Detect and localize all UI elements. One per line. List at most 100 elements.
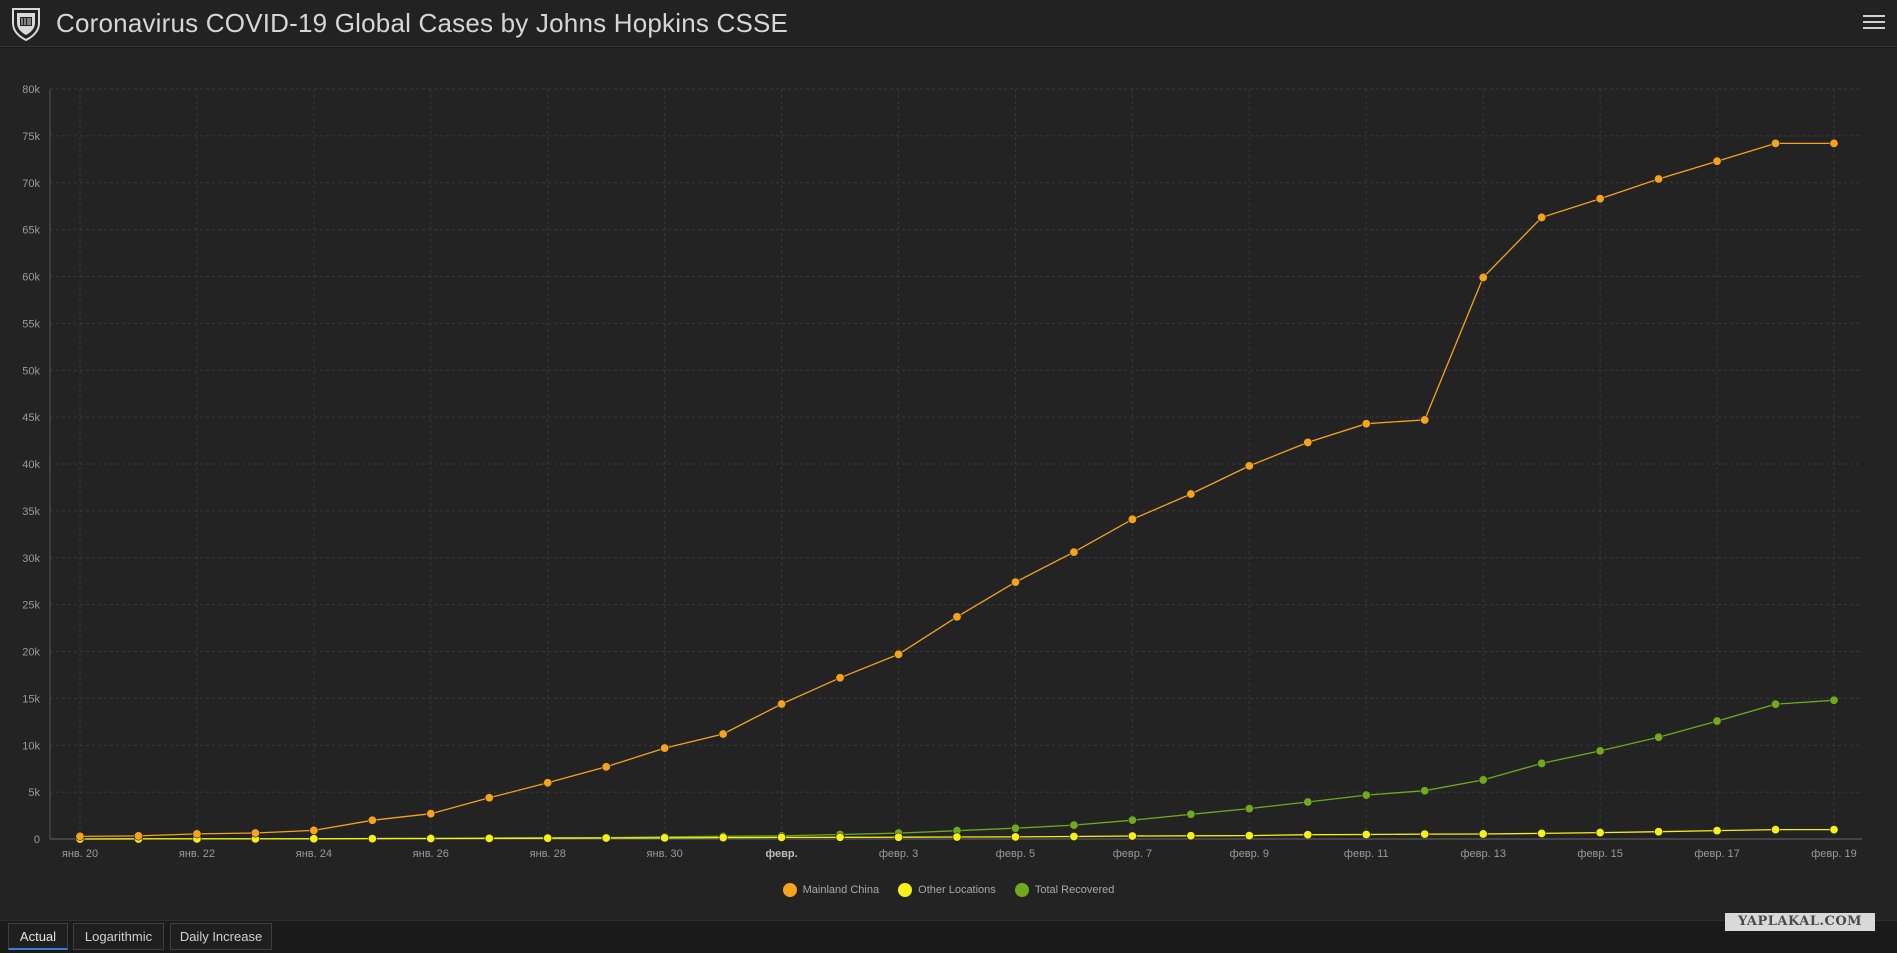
data-point-total-recovered [1771,699,1781,709]
data-point-mainland-china [484,793,494,803]
data-point-other-locations [1478,829,1488,839]
legend-label: Mainland China [802,884,880,896]
legend-item-total-recovered[interactable]: Total Recovered [1014,883,1115,897]
data-point-mainland-china [1537,212,1547,222]
data-point-mainland-china [1069,547,1079,557]
data-point-mainland-china [1595,194,1605,204]
y-tick-label: 70k [22,178,40,190]
data-point-mainland-china [835,673,845,683]
data-point-other-locations [660,833,670,843]
data-point-mainland-china [718,729,728,739]
data-point-total-recovered [1712,716,1722,726]
data-point-mainland-china [1361,419,1371,429]
data-point-other-locations [952,832,962,842]
x-tick-label: февр. 7 [1113,848,1152,860]
data-point-other-locations [1303,830,1313,840]
data-point-mainland-china [426,809,436,819]
y-tick-label: 20k [22,647,40,659]
data-point-total-recovered [1127,815,1137,825]
data-point-other-locations [1186,831,1196,841]
tab-logarithmic[interactable]: Logarithmic [73,923,164,950]
y-tick-label: 80k [22,84,40,96]
data-point-mainland-china [1303,437,1313,447]
data-point-total-recovered [1010,823,1020,833]
header-bar: Coronavirus COVID-19 Global Cases by Joh… [0,0,1897,47]
y-tick-label: 25k [22,600,40,612]
data-point-mainland-china [309,825,319,835]
legend-swatch-other-locations [898,883,913,897]
data-point-other-locations [484,833,494,843]
data-point-total-recovered [1186,809,1196,819]
data-point-total-recovered [1303,797,1313,807]
data-point-total-recovered [1478,775,1488,785]
data-point-mainland-china [1712,156,1722,166]
data-point-total-recovered [1537,758,1547,768]
data-point-other-locations [601,833,611,843]
data-point-mainland-china [894,649,904,659]
chart-mode-tabs: Actual Logarithmic Daily Increase [0,920,1897,953]
data-point-other-locations [835,832,845,842]
x-tick-label: янв. 30 [647,848,683,860]
data-point-mainland-china [660,743,670,753]
x-tick-label: февр. 19 [1811,848,1856,860]
data-point-other-locations [1654,827,1664,837]
legend-item-other-locations[interactable]: Other Locations [898,883,996,897]
data-point-other-locations [309,834,319,844]
x-tick-label: янв. 22 [179,848,215,860]
x-tick-label: февр. 13 [1460,848,1505,860]
x-tick-label: янв. 28 [530,848,566,860]
data-point-other-locations [1069,832,1079,842]
data-point-other-locations [777,832,787,842]
data-point-other-locations [1361,830,1371,840]
data-point-total-recovered [1654,732,1664,742]
data-point-mainland-china [543,778,553,788]
tab-actual[interactable]: Actual [8,923,68,950]
data-point-other-locations [1420,829,1430,839]
data-point-mainland-china [1010,577,1020,587]
legend-swatch-total-recovered [1014,883,1029,897]
y-tick-label: 65k [22,225,40,237]
series-line-mainland-china [79,142,1834,838]
legend-label: Total Recovered [1034,884,1115,896]
data-point-other-locations [543,833,553,843]
y-tick-label: 10k [22,740,40,752]
x-tick-label: февр. 17 [1694,848,1739,860]
y-tick-label: 30k [22,553,40,565]
y-tick-label: 35k [22,506,40,518]
data-point-mainland-china [1478,272,1488,282]
line-chart: 0 5k 10k 15k 20k 25k 30k 35k 40k 45k 50k 55k 60k 65k 7… [22,84,1862,860]
legend-item-mainland-china[interactable]: Mainland China [782,883,880,897]
y-tick-label: 45k [22,412,40,424]
x-tick-label: февр. 11 [1344,848,1389,860]
data-point-mainland-china [601,762,611,772]
y-tick-label: 15k [22,693,40,705]
data-point-other-locations [1712,826,1722,836]
data-point-mainland-china [192,829,202,839]
university-shield-icon [12,8,40,41]
data-point-other-locations [718,833,728,843]
legend-label: Other Locations [918,884,996,896]
x-tick-label: янв. 20 [62,848,98,860]
page-title: Coronavirus COVID-19 Global Cases by Joh… [56,8,789,38]
legend-swatch-mainland-china [782,883,797,897]
data-point-total-recovered [1361,790,1371,800]
data-point-mainland-china [777,699,787,709]
data-point-mainland-china [1186,489,1196,499]
data-point-other-locations [894,832,904,842]
y-tick-label: 50k [22,365,40,377]
x-tick-label: февр. 15 [1577,848,1622,860]
data-point-mainland-china [133,831,143,841]
hamburger-menu-icon[interactable] [1863,12,1885,34]
data-point-total-recovered [1244,804,1254,814]
x-tick-label: февр. 3 [879,848,918,860]
data-point-total-recovered [1595,746,1605,756]
data-point-mainland-china [1127,514,1137,524]
y-tick-label: 5k [28,787,40,799]
x-tick-label: февр. 5 [996,848,1035,860]
y-tick-label: 60k [22,272,40,284]
data-point-other-locations [367,834,377,844]
tab-daily-increase[interactable]: Daily Increase [170,923,272,950]
x-tick-label: янв. 26 [413,848,449,860]
data-point-total-recovered [1420,786,1430,796]
data-point-total-recovered [1069,820,1079,830]
